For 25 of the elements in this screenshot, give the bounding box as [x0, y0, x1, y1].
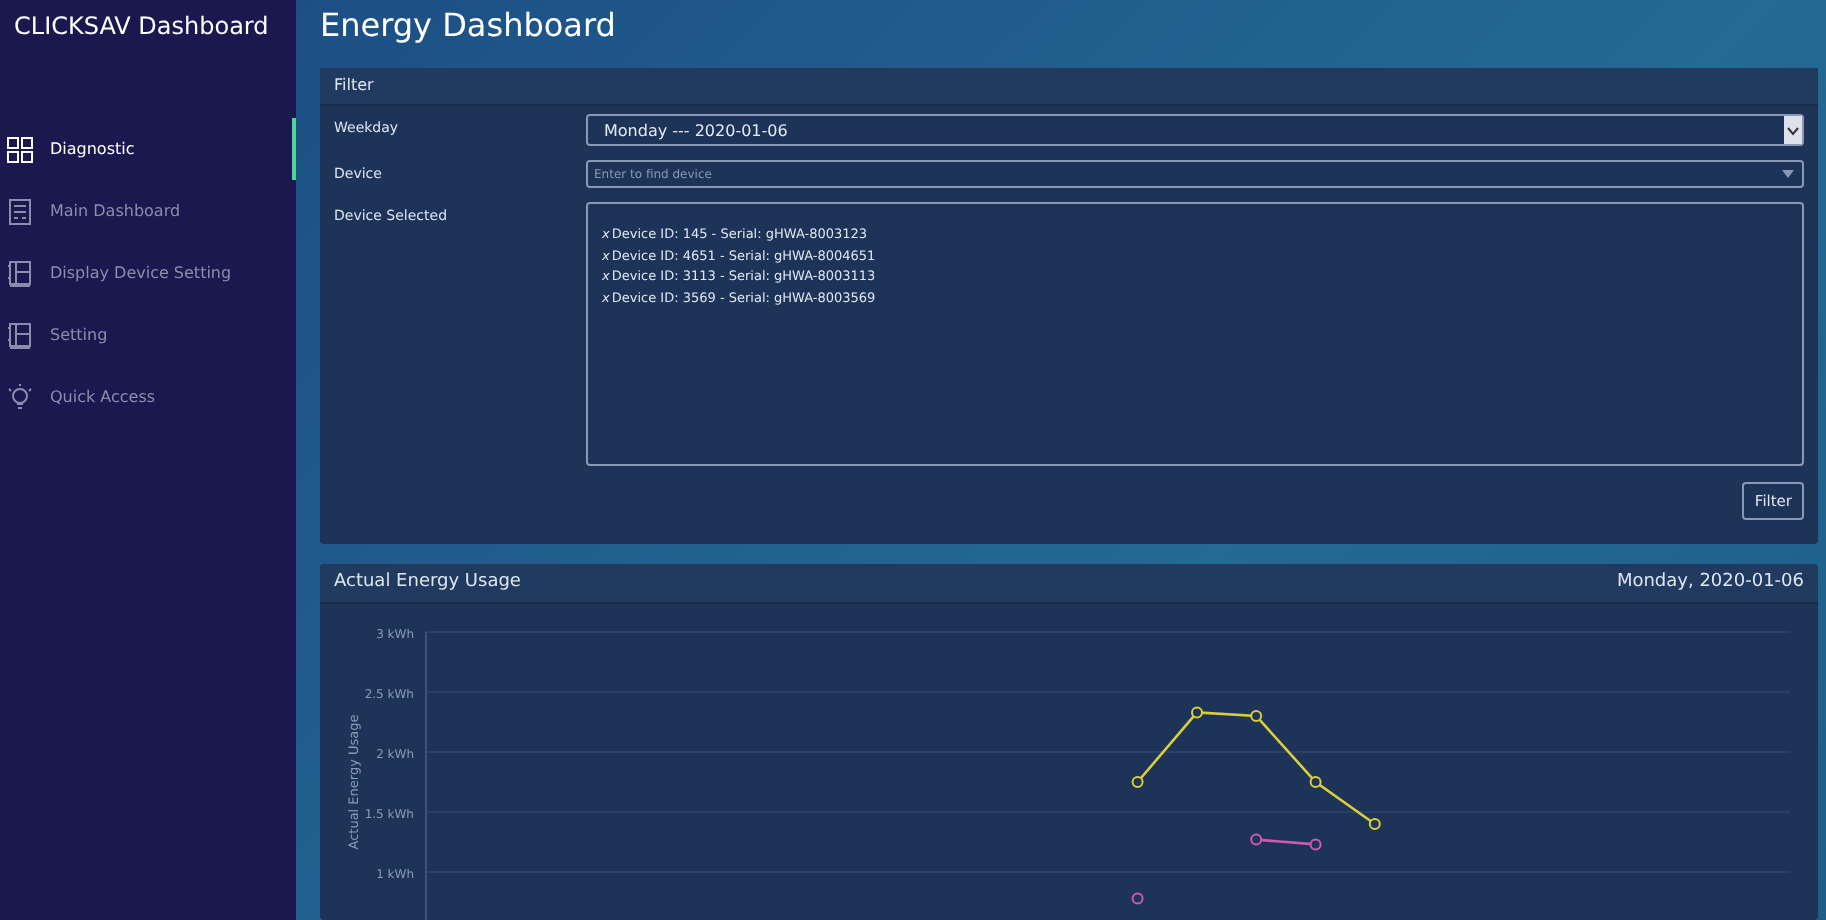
data-point: [1131, 776, 1144, 789]
data-point: [1191, 707, 1203, 720]
data-point: [1309, 839, 1322, 852]
panel-icon: [6, 321, 34, 349]
chevron-icon: [1784, 116, 1802, 145]
panel-title: Actual Energy Usage: [334, 572, 521, 595]
data-point: [1368, 818, 1381, 831]
document-icon: [6, 197, 34, 225]
nav-item[interactable]: Quick Access: [0, 366, 296, 428]
grid-icon: [6, 135, 34, 163]
panel-title: Filter: [320, 68, 1818, 107]
data-point: [1309, 776, 1322, 789]
lightbulb-icon: [6, 383, 34, 411]
panel-icon: [6, 259, 34, 287]
nav-item[interactable]: Display Device Setting: [0, 242, 296, 304]
page-title: Energy Dashboard: [320, 4, 618, 48]
caret-icon: [1782, 170, 1794, 179]
nav-item[interactable]: Setting: [0, 304, 296, 366]
weekday-dropdown[interactable]: Monday --- 2020-01-06: [586, 114, 1804, 147]
data-point: [1250, 834, 1263, 847]
nav-item[interactable]: Main Dashboard: [0, 180, 296, 242]
data-point: [1250, 710, 1263, 723]
app-title: CLICKSAV Dashboard: [12, 10, 271, 44]
data-point: [1131, 893, 1144, 906]
date-label: Monday, 2020-01-06: [1616, 572, 1804, 595]
